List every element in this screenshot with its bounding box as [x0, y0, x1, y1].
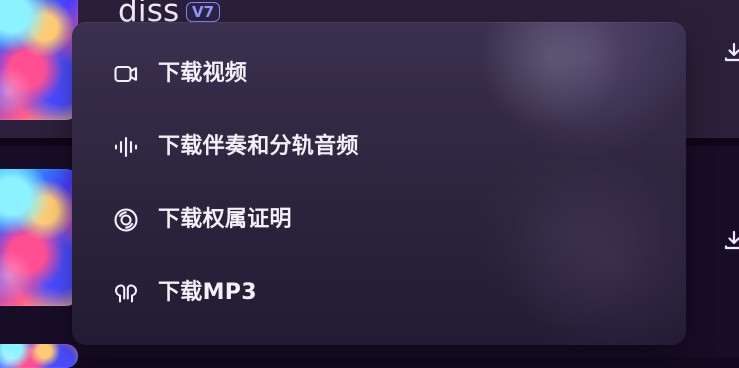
download-icon[interactable]: [722, 229, 739, 253]
track-cover-bottom[interactable]: [0, 344, 78, 368]
video-icon: [112, 60, 140, 88]
menu-item-label: 下载权属证明: [158, 207, 292, 232]
download-icon[interactable]: [722, 41, 739, 65]
version-badge: V7: [186, 2, 221, 22]
menu-item-label: 下载MP3: [158, 280, 257, 305]
menu-item-download-ownership-proof[interactable]: 下载权属证明: [72, 184, 686, 256]
menu-item-download-accompaniment-stems[interactable]: 下载伴奏和分轨音频: [72, 111, 686, 183]
audio-waveform-icon: [112, 133, 140, 161]
download-menu: 下载视频 下载伴奏和分轨音频 下载权属证明 下载MP3: [72, 22, 686, 345]
menu-item-download-video[interactable]: 下载视频: [72, 38, 686, 110]
track-cover-middle[interactable]: [0, 169, 78, 306]
track-cover-top[interactable]: [0, 0, 78, 120]
earbuds-icon: [112, 279, 140, 307]
menu-item-label: 下载伴奏和分轨音频: [158, 134, 359, 159]
menu-item-label: 下载视频: [158, 61, 248, 86]
menu-item-download-mp3[interactable]: 下载MP3: [72, 257, 686, 329]
disc-icon: [112, 206, 140, 234]
